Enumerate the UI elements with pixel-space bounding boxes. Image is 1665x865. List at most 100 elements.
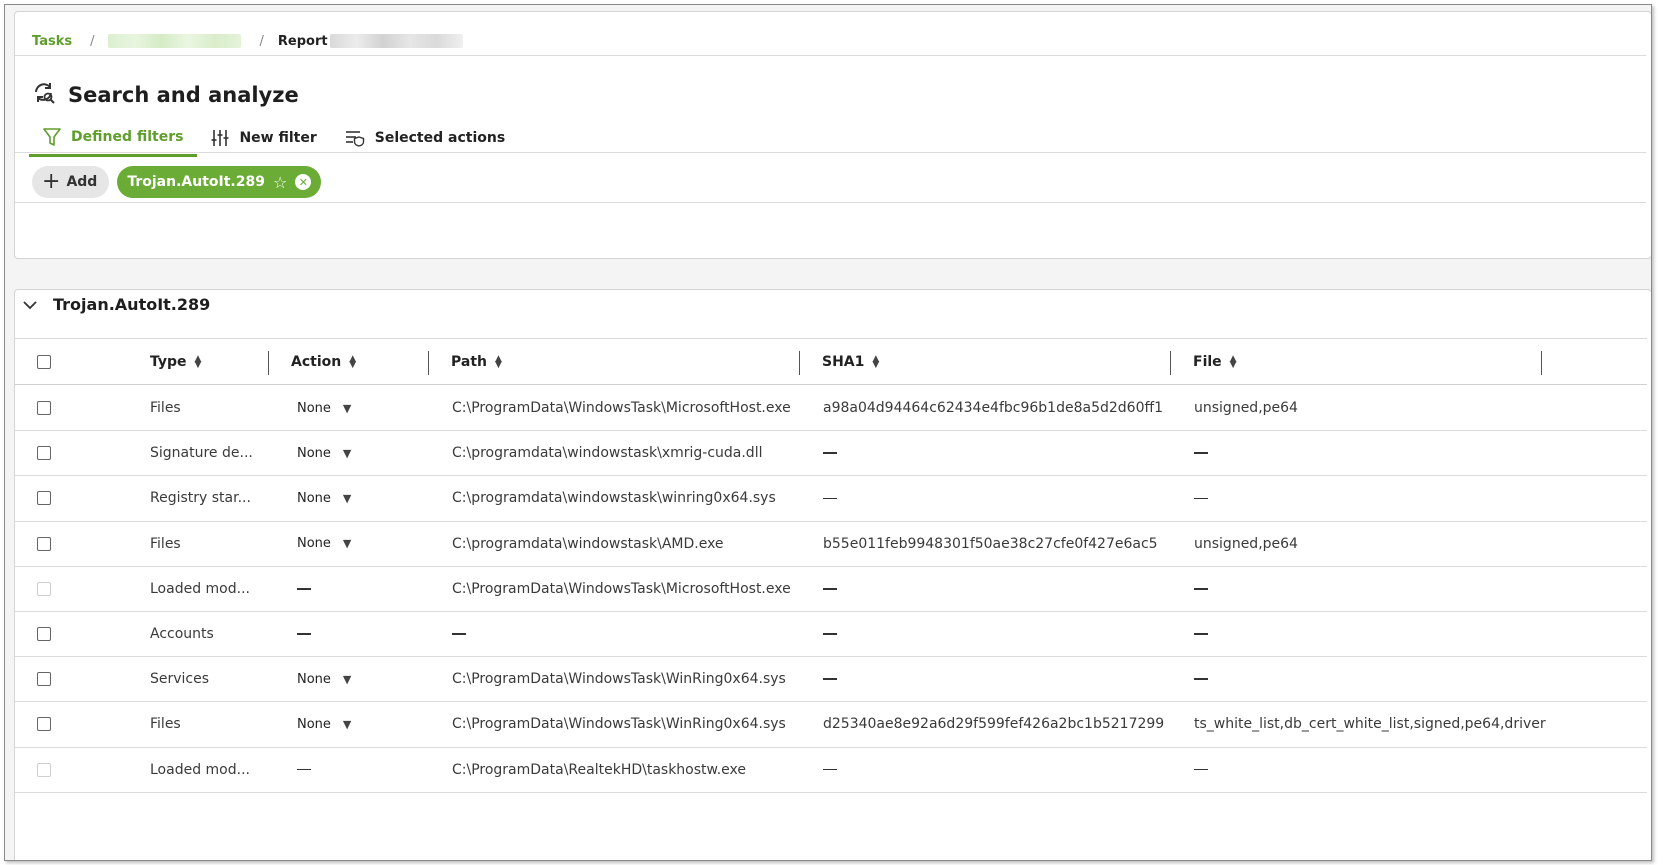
caret-down-icon[interactable]: ▼ <box>343 673 351 686</box>
row-checkbox[interactable] <box>37 717 51 732</box>
empty-dash <box>1194 768 1208 771</box>
type-value: Loaded mod... <box>150 580 250 597</box>
table-row[interactable]: Registry star... None ▼ C:\programdata\wind… <box>15 476 1647 522</box>
close-icon[interactable]: ✕ <box>295 174 312 190</box>
action-cell[interactable]: None ▼ <box>297 702 351 746</box>
empty-dash <box>1194 452 1208 454</box>
table-row[interactable]: Loaded mod... C:\ProgramData\WindowsTask\… <box>15 567 1647 612</box>
file-cell <box>1194 476 1208 520</box>
path-value: C:\ProgramData\WindowsTask\MicrosoftHost… <box>452 580 791 597</box>
row-select-cell <box>37 476 51 520</box>
row-select-cell <box>37 702 51 746</box>
breadcrumb-redacted-link[interactable] <box>108 34 242 48</box>
empty-dash <box>1194 588 1208 590</box>
type-cell: Files <box>150 522 260 566</box>
add-filter-button[interactable]: + Add <box>32 166 110 198</box>
row-select-cell <box>37 386 51 430</box>
column-resizer[interactable] <box>1170 351 1171 375</box>
table-row[interactable]: Loaded mod... C:\ProgramData\RealtekHD\ta… <box>15 748 1647 793</box>
select-all-checkbox[interactable] <box>37 355 51 369</box>
app-window: Tasks / / Report Search and analyze Defi… <box>4 4 1652 861</box>
caret-down-icon[interactable]: ▼ <box>343 492 351 505</box>
empty-dash <box>1194 497 1208 500</box>
empty-dash <box>297 768 311 771</box>
caret-down-icon[interactable]: ▼ <box>343 447 351 460</box>
table-row[interactable]: Files None ▼ C:\ProgramData\WindowsTask\Mic… <box>15 386 1647 432</box>
type-value: Services <box>150 671 210 688</box>
action-cell[interactable]: None ▼ <box>297 386 351 430</box>
action-cell[interactable]: None ▼ <box>297 657 351 701</box>
file-cell <box>1194 657 1208 701</box>
table-row[interactable]: Files None ▼ C:\programdata\windowstask\AMD… <box>15 522 1647 567</box>
table-row[interactable]: Accounts <box>15 612 1647 658</box>
list-shield-icon <box>345 131 364 147</box>
action-cell[interactable]: None ▼ <box>297 522 351 566</box>
column-resizer[interactable] <box>268 351 269 375</box>
path-cell: C:\ProgramData\RealtekHD\taskhostw.exe <box>452 748 746 792</box>
empty-dash <box>823 588 837 590</box>
action-select: None <box>297 671 331 687</box>
row-select-cell <box>37 522 51 566</box>
sha1-cell <box>823 657 837 701</box>
filter-chip-label: Trojan.AutoIt.289 <box>127 174 265 190</box>
file-cell: unsigned,pe64 <box>1194 386 1298 430</box>
action-cell[interactable]: None ▼ <box>297 476 351 520</box>
chevron-down-icon[interactable] <box>23 300 37 310</box>
sliders-icon <box>211 130 229 146</box>
type-cell: Files <box>150 386 260 430</box>
caret-down-icon[interactable]: ▼ <box>343 718 351 731</box>
file-cell <box>1194 567 1208 611</box>
page-title: Search and analyze <box>68 83 299 107</box>
results-section-title: Trojan.AutoIt.289 <box>53 295 211 314</box>
empty-dash <box>823 633 837 635</box>
path-cell: C:\ProgramData\WindowsTask\MicrosoftHost… <box>452 386 791 430</box>
action-cell[interactable]: None ▼ <box>297 431 351 475</box>
empty-dash <box>823 452 837 454</box>
page-header: Search and analyze <box>32 81 299 109</box>
row-checkbox[interactable] <box>37 626 51 641</box>
active-filter-chip[interactable]: Trojan.AutoIt.289 ☆ ✕ <box>117 166 322 198</box>
column-resizer[interactable] <box>799 351 800 375</box>
table-row[interactable]: Signature de... None ▼ C:\programdata\windo… <box>15 431 1647 477</box>
type-value: Files <box>150 716 181 733</box>
sha1-value: d25340ae8e92a6d29f599fef426a2bc1b5217299 <box>823 716 1165 733</box>
row-checkbox[interactable] <box>37 446 51 461</box>
results-section-header[interactable]: Trojan.AutoIt.289 <box>23 295 210 314</box>
path-value: C:\programdata\windowstask\AMD.exe <box>452 535 724 552</box>
action-select: None <box>297 536 331 552</box>
row-checkbox[interactable] <box>37 536 51 551</box>
breadcrumb-tasks-link[interactable]: Tasks <box>32 34 72 49</box>
file-cell <box>1194 748 1208 792</box>
row-checkbox[interactable] <box>37 491 51 506</box>
row-checkbox[interactable] <box>37 401 51 415</box>
column-header-action[interactable]: Action ▲ ▼ <box>291 339 356 385</box>
sha1-cell <box>823 567 837 611</box>
column-label: Path <box>451 354 487 370</box>
column-header-type[interactable]: Type ▲ ▼ <box>150 339 201 385</box>
action-cell <box>297 748 311 792</box>
table-row[interactable]: Files None ▼ C:\ProgramData\WindowsTask\Win… <box>15 702 1647 748</box>
path-value: C:\ProgramData\WindowsTask\WinRing0x64.s… <box>452 671 786 688</box>
star-icon[interactable]: ☆ <box>273 173 287 192</box>
file-value: unsigned,pe64 <box>1194 400 1298 416</box>
action-select: None <box>297 716 331 732</box>
column-header-file[interactable]: File ▲ ▼ <box>1193 339 1237 385</box>
column-header-path[interactable]: Path ▲ ▼ <box>451 339 502 385</box>
row-checkbox[interactable] <box>37 672 51 687</box>
table-row[interactable]: Services None ▼ C:\ProgramData\WindowsTask\… <box>15 657 1647 703</box>
column-resizer[interactable] <box>428 351 429 375</box>
column-header-sha1[interactable]: SHA1 ▲ ▼ <box>822 339 879 385</box>
column-label: Action <box>291 354 342 370</box>
file-cell: ts_white_list,db_cert_white_list,signed,… <box>1194 702 1546 746</box>
type-value: Registry star... <box>150 490 251 507</box>
path-cell: C:\programdata\windowstask\xmrig-cuda.dl… <box>452 431 762 475</box>
caret-down-icon[interactable]: ▼ <box>343 537 351 550</box>
path-cell: C:\ProgramData\WindowsTask\WinRing0x64.s… <box>452 657 786 701</box>
path-value: C:\ProgramData\RealtekHD\taskhostw.exe <box>452 761 746 778</box>
empty-dash <box>297 588 311 590</box>
row-select-cell <box>37 431 51 475</box>
type-cell: Signature de... <box>150 431 260 475</box>
column-resizer[interactable] <box>1541 351 1542 375</box>
caret-down-icon[interactable]: ▼ <box>343 402 351 415</box>
action-select: None <box>297 445 331 461</box>
